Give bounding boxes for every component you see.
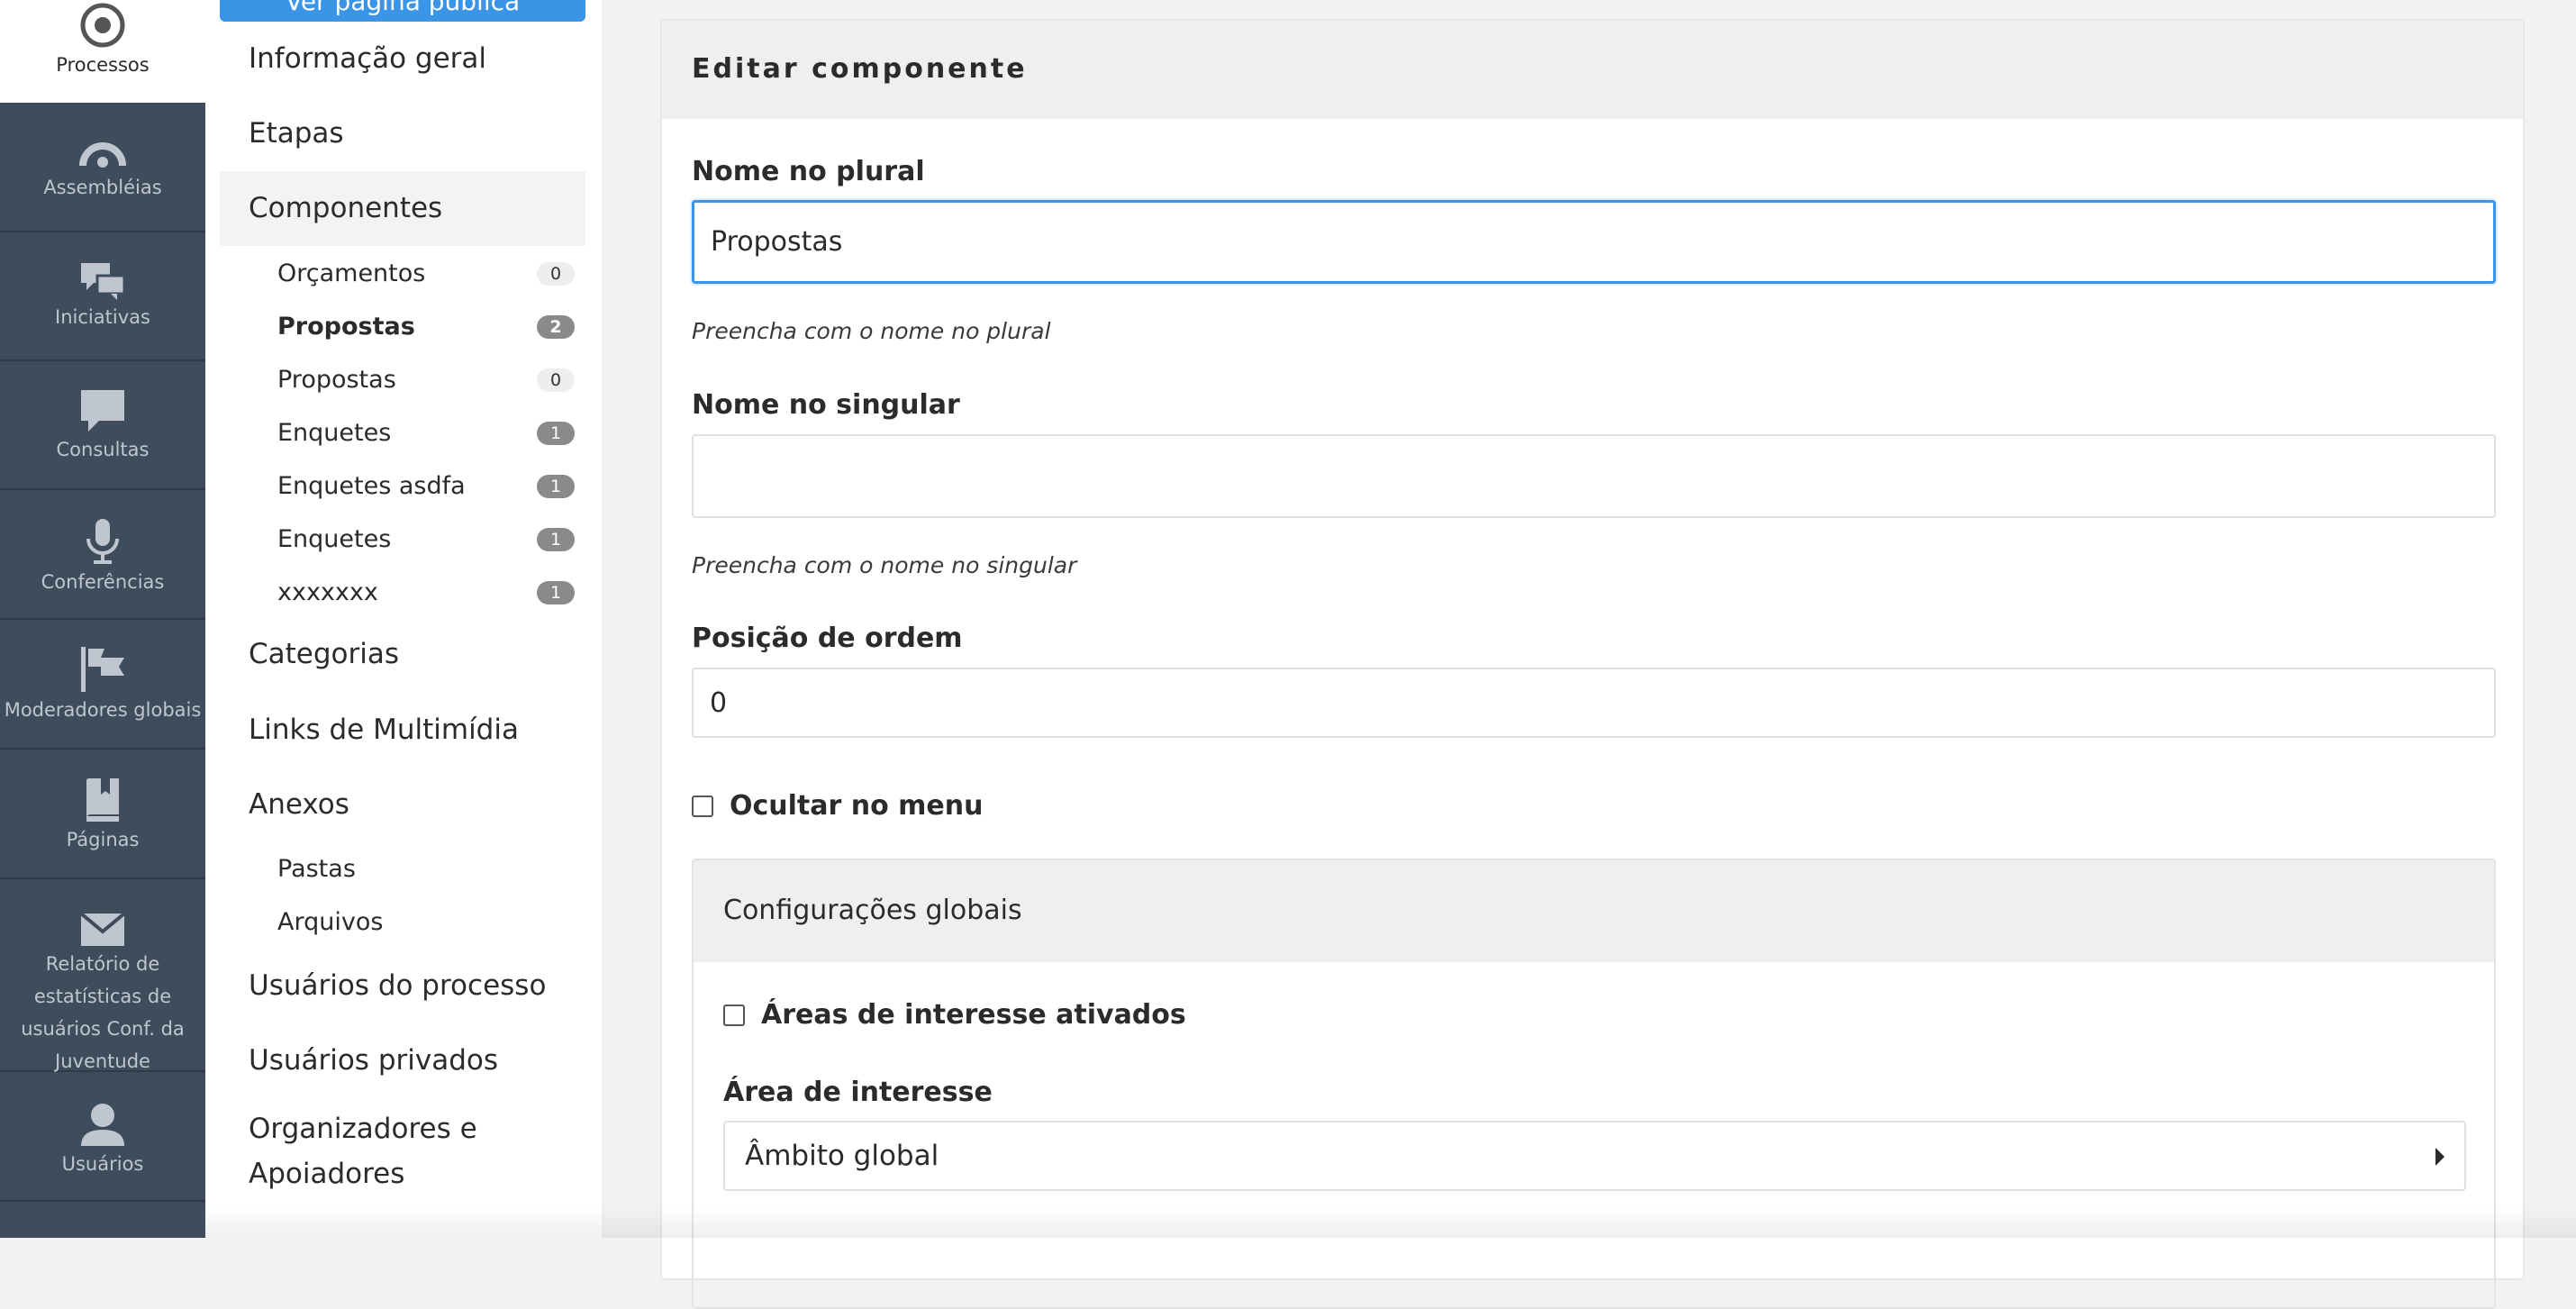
order-position-label: Posição de ordem — [692, 623, 963, 654]
submenu-item-private-users[interactable]: Usuários privados — [220, 1023, 585, 1098]
component-label: xxxxxxx — [277, 578, 378, 606]
global-settings-title: Configurações globais — [723, 895, 1022, 926]
submenu-item-media-links[interactable]: Links de Multimídia — [220, 693, 585, 768]
scope-label: Área de interesse — [723, 1077, 993, 1108]
submenu-item-process-users[interactable]: Usuários do processo — [220, 949, 585, 1023]
chat-bubbles-icon — [81, 263, 126, 300]
submenu-item-files[interactable]: Arquivos — [277, 895, 575, 949]
count-badge: 0 — [537, 368, 575, 392]
order-position-input[interactable] — [692, 668, 2496, 738]
user-icon — [81, 1104, 124, 1146]
rail-item-conferencias[interactable]: Conferências — [0, 490, 205, 620]
component-item[interactable]: xxxxxxx 1 — [277, 566, 575, 619]
component-item[interactable]: Propostas 2 — [277, 300, 575, 353]
submenu-item-categories[interactable]: Categorias — [220, 617, 585, 692]
component-label: Enquetes — [277, 525, 392, 553]
rail-item-moderadores[interactable]: Moderadores globais — [0, 620, 205, 750]
main-icon-rail: Processos Assembléias Iniciativas Consul… — [0, 0, 205, 1238]
singular-name-help: Preencha com o nome no singular — [692, 552, 1077, 578]
component-label: Enquetes asdfa — [277, 472, 466, 500]
component-item[interactable]: Enquetes 1 — [277, 406, 575, 459]
hide-menu-label: Ocultar no menu — [730, 790, 984, 822]
count-badge: 1 — [537, 422, 575, 445]
process-submenu: Ver página pública Informação geral Etap… — [205, 0, 602, 1238]
rail-item-relatorio[interactable]: Relatório de estatísticas de usuários Co… — [0, 879, 205, 1072]
rail-item-label: Moderadores globais — [4, 699, 202, 721]
count-badge: 2 — [537, 315, 575, 339]
plural-name-input[interactable] — [692, 200, 2496, 284]
rail-item-label: Usuários — [61, 1153, 144, 1175]
rail-item-label: Relatório de estatísticas de usuários Co… — [21, 953, 185, 1072]
submenu-item-steps[interactable]: Etapas — [220, 96, 585, 171]
global-settings-panel: Configurações globais Áreas de interesse… — [692, 859, 2496, 1309]
edit-component-card: Editar componente Nome no plural Preench… — [660, 19, 2525, 1309]
rail-item-label: Consultas — [56, 439, 150, 460]
submenu-item-organizers[interactable]: Organizadores e Apoiadores — [220, 1099, 585, 1200]
hide-menu-checkbox[interactable] — [692, 795, 713, 817]
rail-item-label: Páginas — [66, 829, 140, 850]
rail-item-label: Assembléias — [43, 177, 162, 198]
target-icon — [80, 3, 125, 48]
rail-item-label: Processos — [56, 54, 150, 76]
gauge-icon — [79, 142, 126, 168]
caret-right-icon — [2435, 1148, 2444, 1166]
count-badge: 1 — [537, 581, 575, 605]
rail-item-iniciativas[interactable]: Iniciativas — [0, 232, 205, 361]
rail-item-consultas[interactable]: Consultas — [0, 361, 205, 490]
card-header: Editar componente — [662, 21, 2523, 119]
submenu-item-attachments[interactable]: Anexos — [220, 768, 585, 842]
count-badge: 1 — [537, 475, 575, 498]
rail-item-label: Conferências — [41, 571, 165, 593]
component-item[interactable]: Enquetes 1 — [277, 513, 575, 566]
component-label: Orçamentos — [277, 259, 426, 287]
submenu-item-info[interactable]: Informação geral — [220, 22, 585, 96]
rail-item-usuarios[interactable]: Usuários — [0, 1072, 205, 1202]
flag-icon — [81, 647, 124, 692]
scopes-enabled-checkbox[interactable] — [723, 1004, 745, 1026]
envelope-icon — [79, 912, 126, 946]
component-item[interactable]: Enquetes asdfa 1 — [277, 459, 575, 513]
count-badge: 0 — [537, 262, 575, 286]
rail-item-label: Iniciativas — [55, 306, 150, 328]
book-icon — [86, 778, 119, 822]
singular-name-label: Nome no singular — [692, 389, 960, 421]
rail-item-paginas[interactable]: Páginas — [0, 750, 205, 879]
component-item[interactable]: Propostas 0 — [277, 353, 575, 406]
singular-name-input[interactable] — [692, 434, 2496, 518]
rail-item-assembleias[interactable]: Assembléias — [0, 103, 205, 232]
plural-name-label: Nome no plural — [692, 156, 925, 187]
scope-select[interactable]: Âmbito global — [723, 1121, 2466, 1191]
global-settings-header: Configurações globais — [694, 860, 2494, 962]
microphone-icon — [86, 519, 119, 564]
plural-name-help: Preencha com o nome no plural — [692, 318, 1051, 344]
component-label: Propostas — [277, 366, 396, 394]
component-label: Propostas — [277, 313, 415, 341]
component-item[interactable]: Orçamentos 0 — [277, 247, 575, 300]
rail-item-processos[interactable]: Processos — [0, 0, 205, 103]
submenu-item-folders[interactable]: Pastas — [277, 842, 575, 895]
chat-bubble-icon — [81, 390, 124, 432]
page-title: Editar componente — [692, 53, 1028, 85]
count-badge: 1 — [537, 528, 575, 551]
scope-select-value: Âmbito global — [745, 1140, 939, 1172]
component-label: Enquetes — [277, 419, 392, 447]
public-page-button[interactable]: Ver página pública — [220, 0, 585, 22]
submenu-item-components[interactable]: Componentes — [220, 171, 585, 246]
scopes-enabled-label: Áreas de interesse ativados — [761, 999, 1186, 1031]
